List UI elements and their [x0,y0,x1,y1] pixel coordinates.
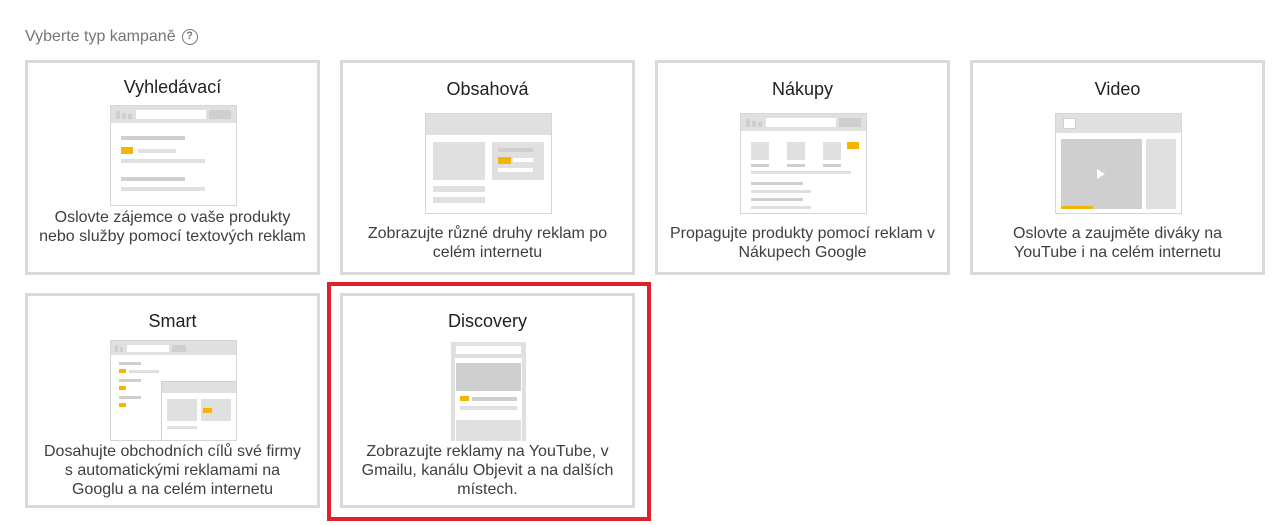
card-title: Obsahová [446,79,529,99]
campaign-card-search[interactable]: Vyhledávací Oslovte zájemce o vaše produ… [25,60,320,275]
heading-text: Vyberte typ kampaně [25,28,176,45]
card-title: Video [1094,79,1141,99]
campaign-card-video[interactable]: Video Oslovte a zaujměte diváky na YouTu… [970,60,1265,275]
card-description: Zobrazujte reklamy na YouTube, v Gmailu,… [361,443,614,498]
card-description: Oslovte a zaujměte diváky na YouTube i n… [1013,225,1222,261]
campaign-card-smart[interactable]: Smart Dosahujte obchodních cílů své firm… [25,293,320,508]
card-description: Oslovte zájemce o vaše produkty nebo slu… [39,209,306,245]
campaign-card-shopping[interactable]: Nákupy Propagujte produkty pomocí reklam… [655,60,950,275]
help-circle-icon[interactable]: ? [181,29,198,45]
card-description: Zobrazujte různé druhy reklam po celém i… [367,225,608,261]
campaign-card-display[interactable]: Obsahová Zobrazujte různé druhy reklam p… [340,60,635,275]
play-icon [1097,169,1105,179]
card-title: Vyhledávací [123,77,222,97]
smart-illustration [110,340,237,441]
card-title: Smart [148,311,197,331]
card-description: Propagujte produkty pomocí reklam v Náku… [669,225,935,261]
card-description: Dosahujte obchodních cílů své firmy s au… [43,443,301,498]
discovery-illustration [425,340,552,441]
campaign-type-heading: Vyberte typ kampaně ? [25,28,198,46]
card-title: Nákupy [771,79,834,99]
card-title: Discovery [447,311,527,331]
shopping-illustration [740,113,867,214]
display-illustration [425,113,552,214]
campaign-card-discovery[interactable]: Discovery Zobrazujte reklamy na YouTube,… [340,293,635,508]
search-illustration [110,105,237,206]
video-illustration [1055,113,1182,214]
